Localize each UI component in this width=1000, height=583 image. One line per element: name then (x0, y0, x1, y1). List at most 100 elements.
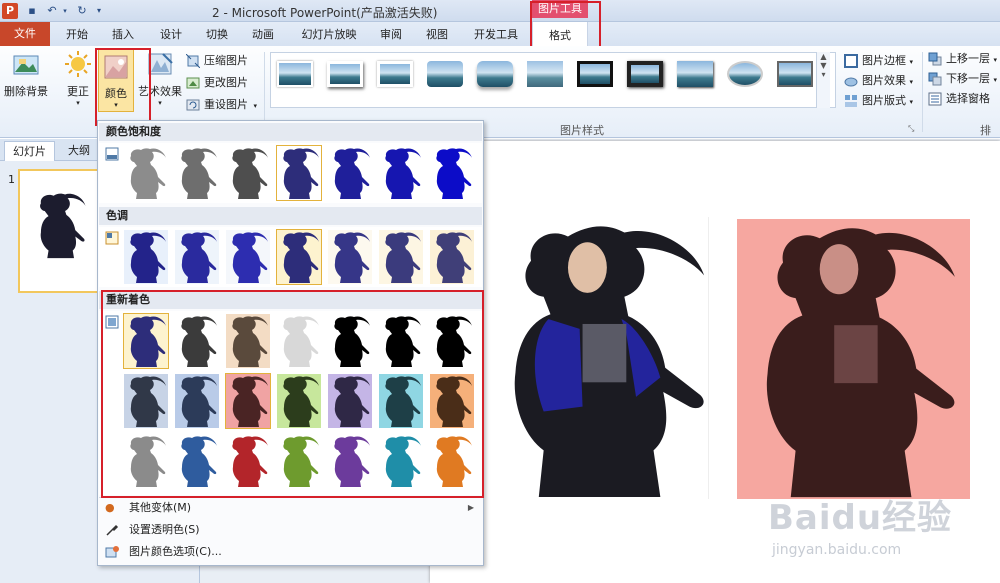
highlight-color-button (95, 48, 151, 126)
tab-developer[interactable]: 开发工具 (468, 26, 524, 44)
tab-animations[interactable]: 动画 (246, 26, 280, 44)
selection-pane-label: 选择窗格 (946, 92, 990, 105)
send-backward-button[interactable]: 下移一层 ▾ (928, 70, 997, 88)
picture-layout-label: 图片版式 (862, 94, 906, 107)
bring-forward-icon (928, 52, 942, 66)
sun-icon (65, 51, 91, 77)
section-saturation: 颜色饱和度 (99, 123, 482, 141)
dialog-launcher-icon[interactable]: ⤡ (908, 124, 914, 134)
tab-slideshow[interactable]: 幻灯片放映 (296, 26, 362, 44)
swatch-preview (328, 230, 372, 284)
saturation-swatch[interactable] (327, 145, 373, 201)
compress-pictures-button[interactable]: 压缩图片 (186, 52, 248, 70)
section-tone: 色调 (99, 207, 482, 225)
reset-picture-icon (186, 99, 200, 111)
color-options-item[interactable]: 图片颜色选项(C)... (99, 541, 482, 563)
tone-swatch[interactable] (123, 229, 169, 285)
redo-icon[interactable]: ↻ (74, 3, 90, 19)
picture-border-dropdown-icon: ▾ (909, 58, 914, 66)
saturation-swatch[interactable] (123, 145, 169, 201)
more-variations-item[interactable]: ● 其他变体(M) ▶ (99, 497, 482, 519)
swatch-preview (379, 230, 423, 284)
undo-icon[interactable]: ↶ (44, 3, 60, 19)
style-thumb[interactable] (477, 61, 513, 87)
color-options-icon (105, 546, 119, 558)
saturation-row (99, 143, 482, 203)
picture-original[interactable] (482, 217, 722, 499)
reset-picture-button[interactable]: 重设图片 ▾ (186, 96, 257, 114)
gallery-scroll[interactable]: ▲ ▼ ▾ (816, 52, 830, 108)
watermark-logo: Baidu经验 (768, 498, 953, 538)
picture-border-label: 图片边框 (862, 54, 906, 67)
saturation-swatch[interactable] (174, 145, 220, 201)
powerpoint-icon[interactable]: P (2, 3, 18, 19)
saturation-swatch[interactable] (429, 145, 475, 201)
tone-swatch[interactable] (327, 229, 373, 285)
bring-forward-dropdown-icon: ▾ (993, 56, 998, 64)
picture-layout-dropdown-icon: ▾ (909, 98, 914, 106)
tab-outline[interactable]: 大纲 (60, 141, 98, 161)
corrections-button[interactable]: 更正 ▾ (58, 50, 98, 107)
picture-styles-gallery: ▲ ▼ ▾ (270, 52, 836, 108)
compress-label: 压缩图片 (204, 54, 248, 67)
picture-layout-button[interactable]: 图片版式 ▾ (844, 92, 913, 110)
save-icon[interactable]: ▪ (24, 3, 40, 19)
picture-border-icon (844, 54, 858, 68)
more-variations-label: 其他变体(M) (129, 501, 192, 514)
saturation-swatch[interactable] (225, 145, 271, 201)
reset-picture-label: 重设图片 (204, 98, 248, 111)
slide-thumbnail[interactable] (18, 169, 100, 293)
thumbnail-picture (32, 185, 88, 265)
tab-home[interactable]: 开始 (60, 26, 94, 44)
submenu-arrow-icon: ▶ (467, 503, 474, 512)
style-thumb[interactable] (627, 61, 663, 87)
selection-pane-button[interactable]: 选择窗格 (928, 90, 990, 108)
tone-swatch[interactable] (174, 229, 220, 285)
bring-forward-button[interactable]: 上移一层 ▾ (928, 50, 997, 68)
tone-swatch[interactable] (429, 229, 475, 285)
tone-swatch[interactable] (378, 229, 424, 285)
change-picture-label: 更改图片 (204, 76, 248, 89)
style-thumb[interactable] (727, 61, 763, 87)
tab-design[interactable]: 设计 (154, 26, 188, 44)
picture-recolored[interactable] (737, 219, 970, 499)
set-transparent-item[interactable]: 设置透明色(S) (99, 519, 482, 541)
remove-background-button[interactable]: 删除背景 (2, 50, 50, 99)
tone-swatch[interactable] (225, 229, 271, 285)
style-thumb[interactable] (577, 61, 613, 87)
style-thumb[interactable] (377, 61, 413, 87)
picture-effects-label: 图片效果 (862, 74, 906, 87)
eyedropper-icon (106, 524, 119, 536)
style-thumb[interactable] (327, 61, 363, 87)
style-thumb[interactable] (277, 61, 313, 87)
remove-background-icon (13, 55, 39, 75)
swatch-preview (175, 230, 219, 284)
tab-file[interactable]: 文件 (0, 22, 50, 46)
style-thumb[interactable] (677, 61, 713, 87)
customize-toolbar-icon[interactable]: ▾ (94, 3, 104, 19)
tab-insert[interactable]: 插入 (106, 26, 140, 44)
color-options-label: 图片颜色选项(C)... (129, 545, 222, 558)
saturation-swatch[interactable] (378, 145, 424, 201)
group-label-picture-styles: 图片样式 (560, 124, 604, 137)
swatch-preview (430, 146, 474, 200)
set-transparent-label: 设置透明色(S) (129, 523, 200, 536)
tone-swatch[interactable] (276, 229, 322, 285)
picture-border-button[interactable]: 图片边框 ▾ (844, 52, 913, 70)
reset-dropdown-icon: ▾ (253, 102, 258, 110)
tab-review[interactable]: 审阅 (374, 26, 408, 44)
style-thumb[interactable] (777, 61, 813, 87)
change-picture-button[interactable]: 更改图片 (186, 74, 248, 92)
tab-transitions[interactable]: 切换 (200, 26, 234, 44)
picture-effects-button[interactable]: 图片效果 ▾ (844, 72, 913, 90)
saturation-swatch[interactable] (276, 145, 322, 201)
tab-slides[interactable]: 幻灯片 (4, 141, 55, 161)
undo-dropdown-icon[interactable]: ▾ (60, 3, 70, 19)
send-backward-dropdown-icon: ▾ (993, 76, 998, 84)
window-title: 2 - Microsoft PowerPoint(产品激活失败) (212, 6, 438, 20)
tab-view[interactable]: 视图 (420, 26, 454, 44)
style-thumb[interactable] (427, 61, 463, 87)
corrections-label: 更正 (67, 85, 89, 98)
style-thumb[interactable] (527, 61, 563, 87)
ribbon-tabs: 文件 开始 插入 设计 切换 动画 幻灯片放映 审阅 视图 开发工具 格式 (0, 22, 1000, 50)
